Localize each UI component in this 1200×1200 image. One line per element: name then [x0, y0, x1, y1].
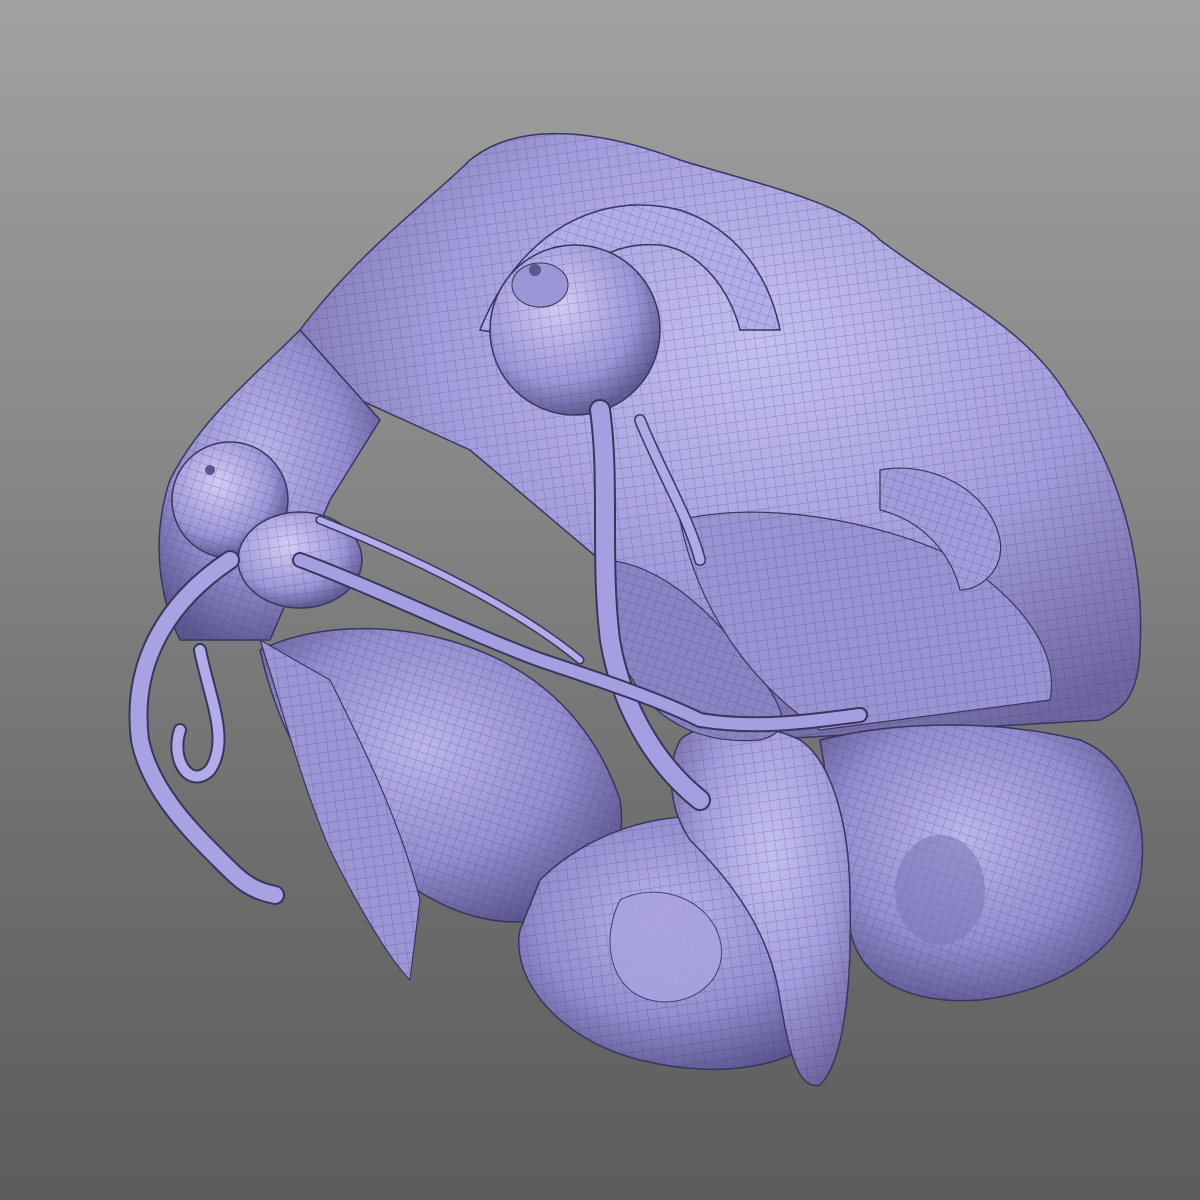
brain-lobe-right[interactable] [819, 724, 1144, 1002]
3d-viewport[interactable] [0, 0, 1200, 1200]
mesh-model[interactable] [0, 0, 1200, 1200]
right-eye[interactable] [489, 244, 661, 416]
